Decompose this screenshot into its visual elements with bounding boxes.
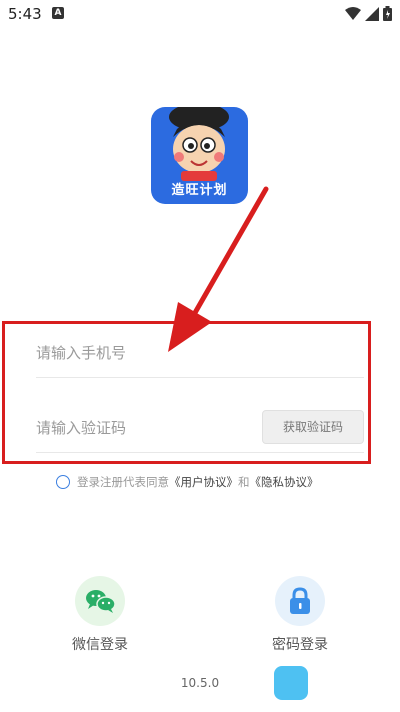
battery-icon [383,6,392,21]
app-logo-text: 造旺计划 [171,183,228,198]
signal-icon [365,6,379,21]
wechat-login-circle [75,576,125,626]
status-bar: 5:43 A [0,0,400,28]
wechat-login-button[interactable]: 微信登录 [60,576,140,654]
lock-icon [290,587,310,614]
watermark-logo-icon [274,666,308,700]
wechat-login-label: 微信登录 [72,637,128,653]
phone-field [36,333,364,378]
agree-checkbox[interactable] [56,475,70,489]
wifi-icon [345,7,361,20]
agreement-and: 和 [238,475,250,489]
status-icons [345,6,392,21]
version-label: 10.5.0 [180,676,220,690]
verification-code-field: 获取验证码 [36,408,364,453]
privacy-agreement-link[interactable]: 《隐私协议》 [250,474,319,490]
status-time: 5:43 [8,5,42,23]
wechat-icon [86,590,116,613]
phone-input[interactable] [36,333,256,373]
verification-code-input[interactable] [36,408,256,448]
agreement-prefix: 登录注册代表同意 [77,475,169,489]
notification-badge-icon: A [52,7,64,19]
user-agreement-link[interactable]: 《用户协议》 [169,474,238,490]
password-login-label: 密码登录 [272,637,328,653]
password-login-circle [275,576,325,626]
agreement-row: 登录注册代表同意 《用户协议》 和 《隐私协议》 [56,472,319,492]
get-code-button[interactable]: 获取验证码 [262,410,364,444]
password-login-button[interactable]: 密码登录 [260,576,340,654]
app-logo: 造旺计划 [151,107,248,204]
